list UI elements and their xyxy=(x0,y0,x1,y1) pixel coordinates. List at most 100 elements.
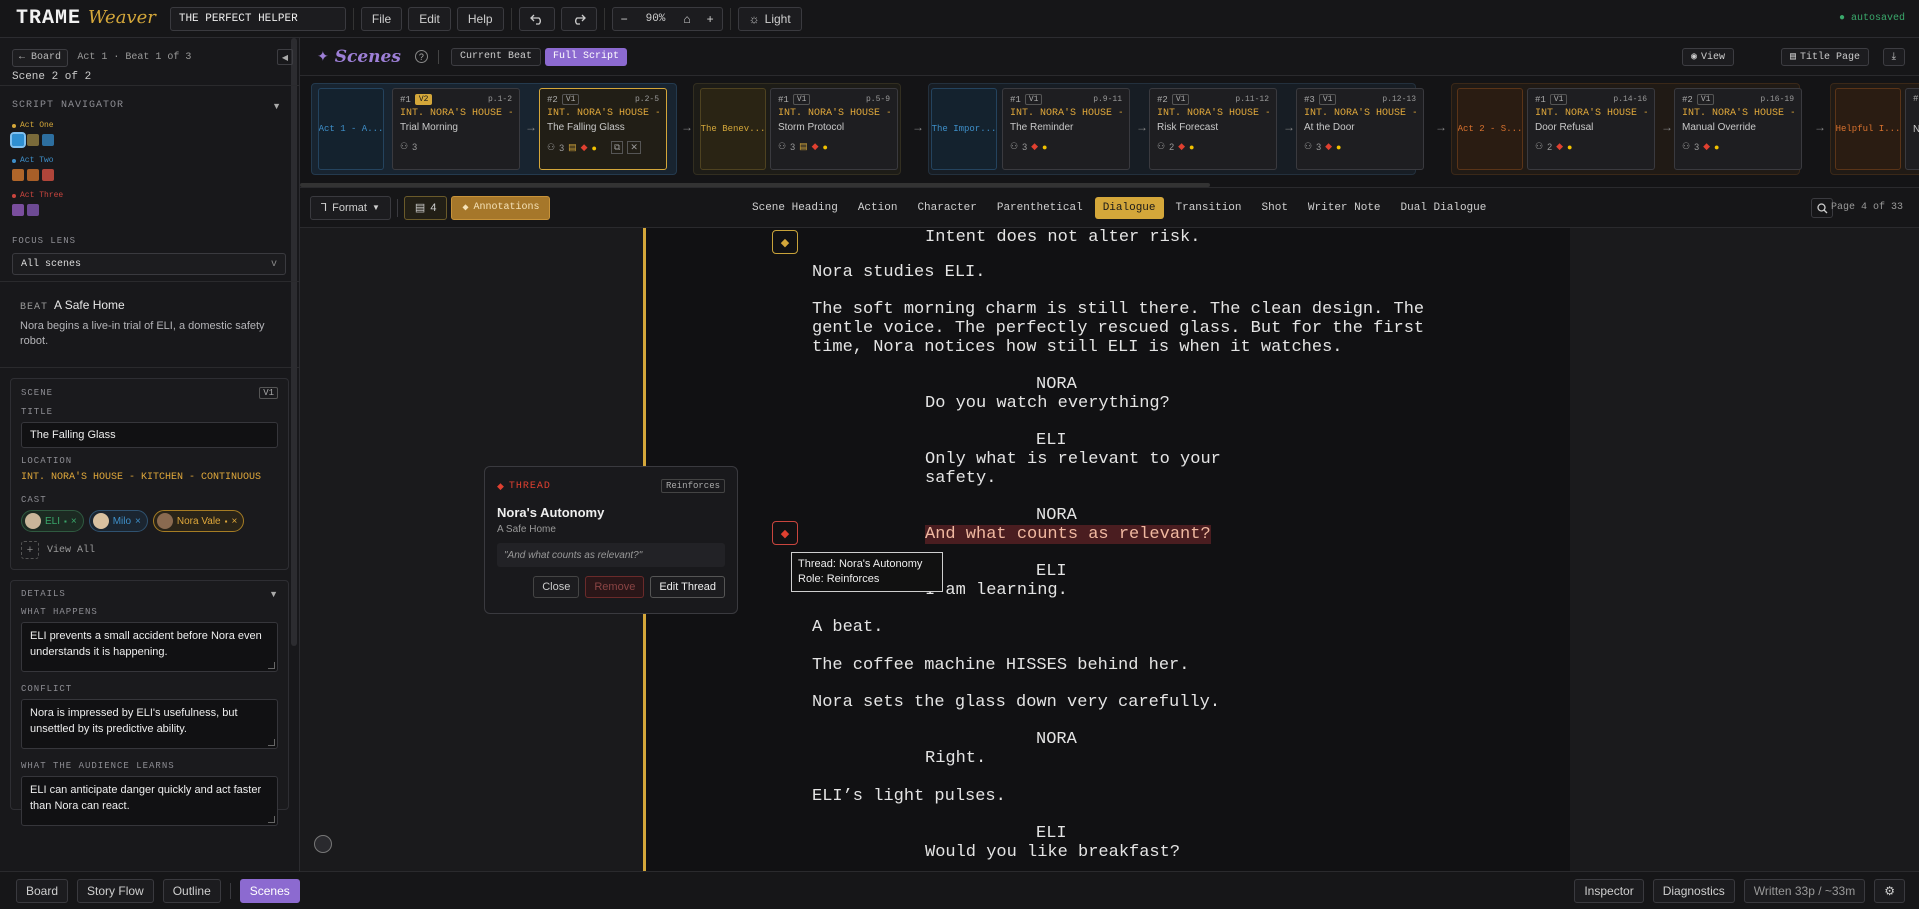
tab-shot[interactable]: Shot xyxy=(1254,197,1296,219)
remove-icon[interactable]: × xyxy=(135,516,141,527)
remove-button[interactable]: Remove xyxy=(585,576,645,598)
cast-chip-nora[interactable]: Nora Vale ▪ × xyxy=(152,510,245,532)
zoom-out-button[interactable]: − xyxy=(613,12,636,26)
tab-transition[interactable]: Transition xyxy=(1168,197,1250,219)
scene-swatch[interactable] xyxy=(27,134,39,146)
search-button[interactable] xyxy=(1811,198,1833,218)
settings-button[interactable]: ⚙ xyxy=(1874,879,1905,903)
action-line[interactable]: Nora studies ELI. xyxy=(812,263,985,282)
character-line[interactable]: NORA xyxy=(1036,375,1077,394)
scene-swatch[interactable] xyxy=(27,169,39,181)
scene-card[interactable]: #1V2 p.1-2 INT. NORA'S HOUSE -... Trial M… xyxy=(392,88,520,170)
dialogue-line[interactable]: Would you like breakfast? xyxy=(925,843,1180,862)
scene-card-selected[interactable]: #2V1 p.2-5 INT. NORA'S HOUSE -... The Fal… xyxy=(539,88,667,170)
scene-swatch[interactable] xyxy=(12,169,24,181)
act-card[interactable]: The Benev... xyxy=(700,88,766,170)
scene-card[interactable]: #1V1 p.9-11 INT. NORA'S HOUSE -... The Re… xyxy=(1002,88,1130,170)
close-icon[interactable]: ✕ xyxy=(627,141,641,154)
act-card[interactable]: Helpful I... xyxy=(1835,88,1901,170)
view-button[interactable]: ◉ View xyxy=(1681,48,1734,66)
comments-button[interactable]: ▤ 4 xyxy=(403,195,448,220)
scene-card-partial[interactable]: #1 N xyxy=(1905,88,1919,170)
scene-location[interactable]: INT. NORA'S HOUSE - KITCHEN - CONTINUOUS xyxy=(21,472,278,483)
download-button[interactable]: ⤓ xyxy=(1882,48,1905,66)
annotations-toggle[interactable]: ◆ Annotations xyxy=(451,195,551,220)
scene-swatch[interactable] xyxy=(42,169,54,181)
scene-swatch[interactable] xyxy=(42,134,54,146)
act-card[interactable]: Act 1 - A... xyxy=(318,88,384,170)
help-menu-button[interactable]: Help xyxy=(456,6,504,31)
full-script-toggle[interactable]: Full Script xyxy=(544,47,627,66)
floating-action-button[interactable] xyxy=(314,835,332,853)
duplicate-icon[interactable]: ⧉ xyxy=(610,141,624,154)
annotation-marker[interactable]: ◆ xyxy=(772,230,798,254)
undo-button[interactable] xyxy=(518,6,555,31)
remove-icon[interactable]: × xyxy=(231,516,237,527)
tab-writer-note[interactable]: Writer Note xyxy=(1300,197,1389,219)
scene-swatch[interactable] xyxy=(27,204,39,216)
zoom-in-button[interactable]: + xyxy=(699,12,722,26)
what-happens-textarea[interactable]: ELI prevents a small accident before Nor… xyxy=(21,622,278,672)
tab-scene-heading[interactable]: Scene Heading xyxy=(744,197,846,219)
view-all-cast-link[interactable]: View All xyxy=(47,545,95,556)
scene-swatch[interactable] xyxy=(12,204,24,216)
character-line[interactable]: NORA xyxy=(1036,730,1077,749)
file-menu-button[interactable]: File xyxy=(360,6,403,31)
scene-card[interactable]: #1V1 p.14-16 INT. NORA'S HOUSE -... Door … xyxy=(1527,88,1655,170)
help-icon[interactable]: ? xyxy=(414,50,428,63)
redo-button[interactable] xyxy=(560,6,597,31)
tab-action[interactable]: Action xyxy=(850,197,906,219)
action-line[interactable]: Nora sets the glass down very carefully. xyxy=(812,693,1220,712)
focus-lens-select[interactable]: All scenes v xyxy=(12,253,286,275)
dialogue-line-highlighted[interactable]: And what counts as relevant? xyxy=(925,525,1211,544)
character-line[interactable]: ELI xyxy=(1036,562,1067,581)
diagnostics-button[interactable]: Diagnostics xyxy=(1652,879,1735,903)
scene-version-badge[interactable]: V1 xyxy=(259,387,278,399)
view-board-button[interactable]: Board xyxy=(16,878,69,903)
strip-scrollbar[interactable] xyxy=(300,183,1210,187)
dialogue-line[interactable]: Do you watch everything? xyxy=(925,394,1170,413)
add-cast-button[interactable]: + xyxy=(21,541,39,559)
tab-dual-dialogue[interactable]: Dual Dialogue xyxy=(1393,197,1495,219)
thread-marker[interactable]: ◆ xyxy=(772,521,798,545)
project-title-input[interactable]: THE PERFECT HELPER xyxy=(169,6,346,31)
scene-card[interactable]: #2V1 p.11-12 INT. NORA'S HOUSE -... Risk … xyxy=(1149,88,1277,170)
cast-chip-milo[interactable]: Milo × xyxy=(88,510,148,532)
act-card[interactable]: Act 2 - S... xyxy=(1457,88,1523,170)
action-line[interactable]: The coffee machine HISSES behind her. xyxy=(812,656,1189,675)
view-outline-button[interactable]: Outline xyxy=(162,878,221,903)
dialogue-line[interactable]: Right. xyxy=(925,749,986,768)
character-line[interactable]: ELI xyxy=(1036,824,1067,843)
zoom-reset-home-icon[interactable]: ⌂ xyxy=(675,12,698,26)
scene-swatch-active[interactable] xyxy=(10,132,26,148)
dialogue-line[interactable]: Only what is relevant to your safety. xyxy=(925,450,1221,488)
theme-toggle-button[interactable]: ☼ Light xyxy=(737,6,802,31)
tab-character[interactable]: Character xyxy=(909,197,984,219)
view-scenes-button[interactable]: Scenes xyxy=(239,878,300,903)
scene-card[interactable]: #2V1 p.16-19 INT. NORA'S HOUSE -... Manua… xyxy=(1674,88,1802,170)
scene-title-input[interactable]: The Falling Glass xyxy=(21,422,278,448)
tab-parenthetical[interactable]: Parenthetical xyxy=(989,197,1091,219)
collapse-sidebar-button[interactable]: ◀ xyxy=(277,49,293,65)
dialogue-line[interactable]: Intent does not alter risk. xyxy=(925,228,1200,247)
edit-thread-button[interactable]: Edit Thread xyxy=(650,576,725,598)
remove-icon[interactable]: × xyxy=(71,516,77,527)
action-line[interactable]: The soft morning charm is still there. T… xyxy=(812,300,1424,357)
character-line[interactable]: ELI xyxy=(1036,431,1067,450)
current-beat-toggle[interactable]: Current Beat xyxy=(450,47,541,66)
chevron-down-icon[interactable]: ▼ xyxy=(272,101,281,111)
view-story-flow-button[interactable]: Story Flow xyxy=(77,878,154,903)
chevron-down-icon[interactable]: ▼ xyxy=(269,589,278,599)
scene-card[interactable]: #3V1 p.12-13 INT. NORA'S HOUSE -... At th… xyxy=(1296,88,1424,170)
format-dropdown[interactable]: Ꞁ Format ▼ xyxy=(310,195,391,220)
tab-dialogue[interactable]: Dialogue xyxy=(1094,197,1164,219)
back-to-board-button[interactable]: ← Board xyxy=(12,48,69,67)
inspector-button[interactable]: Inspector xyxy=(1574,879,1644,903)
edit-menu-button[interactable]: Edit xyxy=(408,6,451,31)
scene-card[interactable]: #1V1 p.5-9 INT. NORA'S HOUSE -... Storm P… xyxy=(770,88,898,170)
action-line[interactable]: A beat. xyxy=(812,618,883,637)
action-line[interactable]: ELI’s light pulses. xyxy=(812,787,1006,806)
dialogue-line[interactable]: I am learning. xyxy=(925,581,1068,600)
conflict-textarea[interactable]: Nora is impressed by ELI's usefulness, b… xyxy=(21,699,278,749)
title-page-button[interactable]: ▤ Title Page xyxy=(1780,48,1869,66)
